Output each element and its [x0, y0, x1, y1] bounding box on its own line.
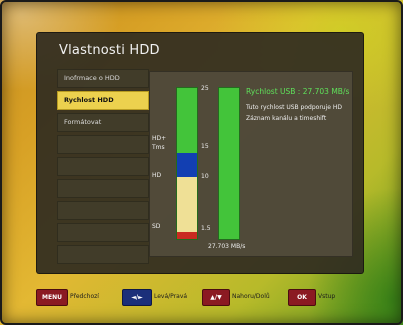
scale-label-15: 15 — [201, 143, 209, 150]
menu-item-hdd-speed[interactable]: Rychlost HDD — [57, 91, 149, 110]
speed-description-line2: Záznam kanálu a timeshift — [246, 115, 327, 122]
usb-speed-caption: 27.703 MB/s — [208, 243, 246, 250]
tv-screen: Vlastnosti HDD Inofrmace o HDD Rychlost … — [0, 0, 403, 325]
up-down-key-button[interactable]: ▲/▼ — [202, 289, 230, 306]
gauge-label-hd-tms: HD+ Tms — [152, 134, 166, 152]
menu-item-hdd-info[interactable]: Inofrmace o HDD — [57, 69, 149, 88]
hdd-menu: Inofrmace o HDD Rychlost HDD Formátovat — [57, 69, 149, 267]
gauge-label-sd: SD — [152, 223, 161, 230]
gauge-label-hd-tms-text: HD+ Tms — [152, 135, 167, 151]
scale-label-1-5: 1.5 — [201, 225, 211, 232]
hdd-properties-dialog: Vlastnosti HDD Inofrmace o HDD Rychlost … — [36, 32, 364, 274]
hint-text-up-down: Nahoru/Dolů — [232, 293, 270, 300]
scale-label-10: 10 — [201, 173, 209, 180]
gauge-segment-blue — [177, 153, 197, 177]
speed-panel: 25 15 10 1.5 HD+ Tms HD SD 27.703 MB/s R… — [149, 71, 353, 257]
menu-item-empty — [57, 157, 149, 176]
menu-item-empty — [57, 245, 149, 264]
hint-text-left-right: Levá/Pravá — [154, 293, 188, 300]
usb-speed-title: Rychlost USB : 27.703 MB/s — [246, 87, 350, 96]
gauge-label-hd: HD — [152, 172, 162, 179]
usb-speed-bar — [218, 87, 240, 240]
menu-item-empty — [57, 135, 149, 154]
gauge-segment-yellow — [177, 177, 197, 232]
menu-item-empty — [57, 179, 149, 198]
hint-text-previous: Předchozí — [70, 293, 99, 300]
menu-item-format[interactable]: Formátovat — [57, 113, 149, 132]
left-right-key-button[interactable]: ◄/► — [122, 289, 152, 306]
scale-label-25: 25 — [201, 85, 209, 92]
dialog-title: Vlastnosti HDD — [59, 43, 160, 58]
menu-key-button[interactable]: MENU — [36, 289, 68, 306]
speed-description-line1: Tuto rychlost USB podporuje HD — [246, 104, 342, 111]
hint-text-enter: Vstup — [318, 293, 336, 300]
remote-hint-bar: MENU Předchozí ◄/► Levá/Pravá ▲/▼ Nahoru… — [36, 287, 366, 307]
gauge-segment-green — [177, 88, 197, 153]
menu-item-empty — [57, 223, 149, 242]
menu-item-empty — [57, 201, 149, 220]
speed-gauge-bar — [176, 87, 198, 240]
gauge-segment-red — [177, 232, 197, 239]
ok-key-button[interactable]: OK — [288, 289, 316, 306]
